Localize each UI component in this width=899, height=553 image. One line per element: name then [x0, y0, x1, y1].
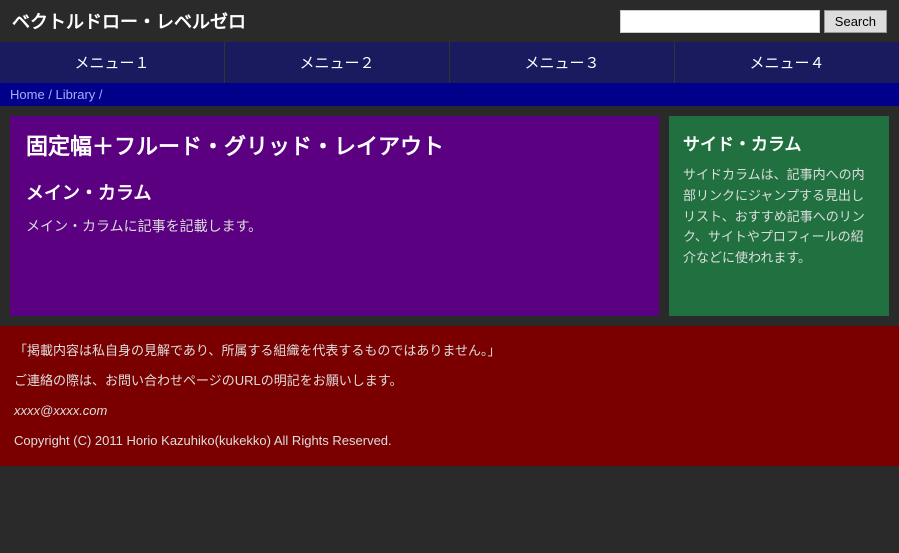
nav-item-1[interactable]: メニュー１: [0, 42, 225, 83]
search-form: Search: [620, 10, 887, 33]
nav: メニュー１ メニュー２ メニュー３ メニュー４: [0, 42, 899, 83]
side-column: サイド・カラム サイドカラムは、記事内への内部リンクにジャンプする見出しリスト、…: [669, 116, 889, 316]
breadcrumb: Home / Library /: [0, 83, 899, 106]
nav-item-4[interactable]: メニュー４: [675, 42, 899, 83]
article-title: 固定幅＋フルード・グリッド・レイアウト: [26, 132, 643, 163]
breadcrumb-home[interactable]: Home: [10, 87, 45, 102]
footer-email: xxxx@xxxx.com: [14, 398, 885, 424]
nav-item-3[interactable]: メニュー３: [450, 42, 675, 83]
side-text: サイドカラムは、記事内への内部リンクにジャンプする見出しリスト、おすすめ記事への…: [683, 165, 875, 269]
header: ベクトルドロー・レベルゼロ Search: [0, 0, 899, 42]
nav-item-2[interactable]: メニュー２: [225, 42, 450, 83]
section-text: メイン・カラムに記事を記載します。: [26, 215, 643, 237]
side-title: サイド・カラム: [683, 130, 875, 155]
footer-disclaimer: 「掲載内容は私自身の見解であり、所属する組織を代表するものではありません。」: [14, 338, 885, 364]
footer: 「掲載内容は私自身の見解であり、所属する組織を代表するものではありません。」 ご…: [0, 326, 899, 466]
breadcrumb-sep1: /: [48, 87, 55, 102]
section-heading: メイン・カラム: [26, 179, 643, 205]
footer-copyright: Copyright (C) 2011 Horio Kazuhiko(kukekk…: [14, 428, 885, 454]
site-title: ベクトルドロー・レベルゼロ: [12, 8, 246, 34]
search-input[interactable]: [620, 10, 820, 33]
breadcrumb-sep2: /: [99, 87, 103, 102]
content-area: 固定幅＋フルード・グリッド・レイアウト メイン・カラム メイン・カラムに記事を記…: [0, 106, 899, 326]
main-column: 固定幅＋フルード・グリッド・レイアウト メイン・カラム メイン・カラムに記事を記…: [10, 116, 659, 316]
footer-contact: ご連絡の際は、お問い合わせページのURLの明記をお願いします。: [14, 368, 885, 394]
breadcrumb-library[interactable]: Library: [56, 87, 96, 102]
search-button[interactable]: Search: [824, 10, 887, 33]
